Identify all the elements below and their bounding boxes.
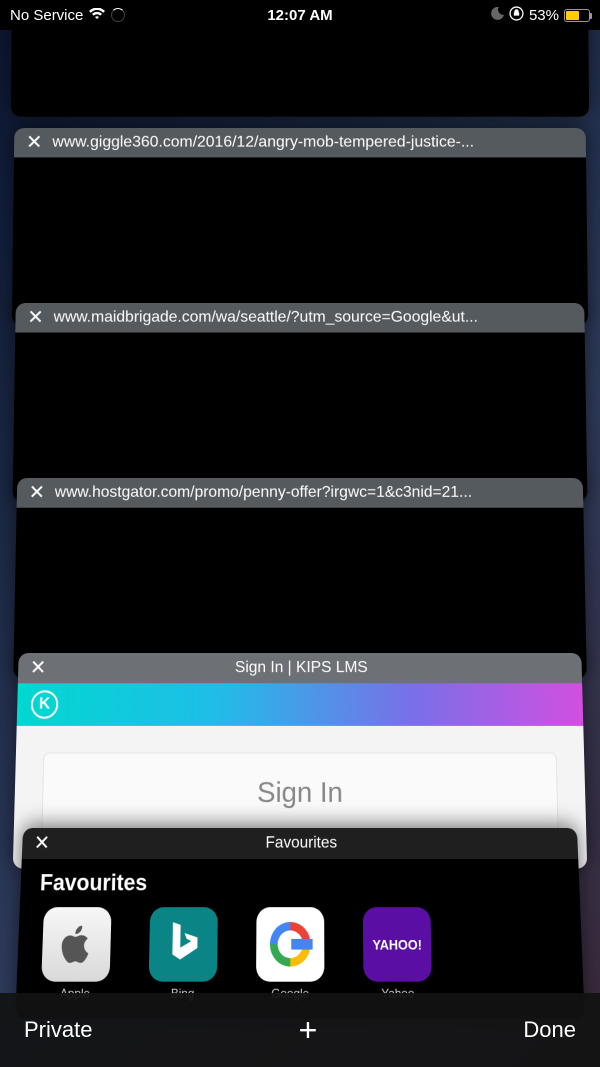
clock: 12:07 AM — [267, 7, 332, 24]
tab-title: www.giggle360.com/2016/12/angry-mob-temp… — [52, 134, 574, 152]
favourite-item-apple[interactable]: Apple — [36, 907, 117, 1001]
signin-box[interactable]: Sign In — [41, 752, 558, 833]
new-tab-button[interactable]: + — [299, 1012, 318, 1049]
battery-icon — [564, 9, 590, 22]
tab-title: www.hostgator.com/promo/penny-offer?irgw… — [55, 484, 572, 502]
apple-icon — [41, 907, 111, 982]
close-tab-button[interactable]: ✕ — [27, 308, 44, 328]
bing-icon — [149, 907, 218, 982]
tabs-overview[interactable]: ✕ www.giggle360.com/2016/12/angry-mob-te… — [0, 30, 600, 993]
tab-title: www.maidbrigade.com/wa/seattle/?utm_sour… — [53, 309, 572, 327]
tab-card[interactable]: ✕ www.giggle360.com/2016/12/angry-mob-te… — [12, 128, 588, 326]
service-status: No Service — [10, 7, 83, 24]
battery-pct: 53% — [529, 7, 559, 24]
google-icon — [256, 907, 324, 982]
bottom-toolbar: Private + Done — [0, 993, 600, 1067]
favourite-item-yahoo[interactable]: YAHOO! Yahoo — [358, 907, 437, 1001]
close-tab-button[interactable]: ✕ — [33, 833, 50, 854]
private-button[interactable]: Private — [24, 1017, 92, 1043]
orientation-lock-icon — [509, 6, 524, 25]
close-tab-button[interactable]: ✕ — [26, 133, 43, 153]
favourite-item-google[interactable]: Google — [251, 907, 329, 1001]
kips-logo-icon: K — [31, 690, 59, 718]
yahoo-icon: YAHOO! — [363, 907, 432, 982]
close-tab-button[interactable]: ✕ — [30, 658, 47, 678]
tab-card[interactable]: ✕ www.hostgator.com/promo/penny-offer?ir… — [13, 478, 587, 679]
tab-card[interactable]: ✕ Favourites Favourites Apple Bing — [15, 828, 584, 1018]
tab-title: Favourites — [59, 834, 543, 853]
tab-title: Sign In | KIPS LMS — [56, 659, 547, 677]
loading-spinner-icon — [111, 8, 125, 22]
wifi-icon — [89, 7, 105, 24]
status-bar: No Service 12:07 AM 53% — [0, 0, 600, 30]
do-not-disturb-icon — [491, 7, 504, 24]
tab-card[interactable]: ✕ www.maidbrigade.com/wa/seattle/?utm_so… — [13, 303, 588, 502]
close-tab-button[interactable]: ✕ — [28, 483, 45, 503]
done-button[interactable]: Done — [523, 1017, 576, 1043]
favourites-heading: Favourites — [40, 869, 561, 896]
favourite-item-bing[interactable]: Bing — [143, 907, 222, 1001]
